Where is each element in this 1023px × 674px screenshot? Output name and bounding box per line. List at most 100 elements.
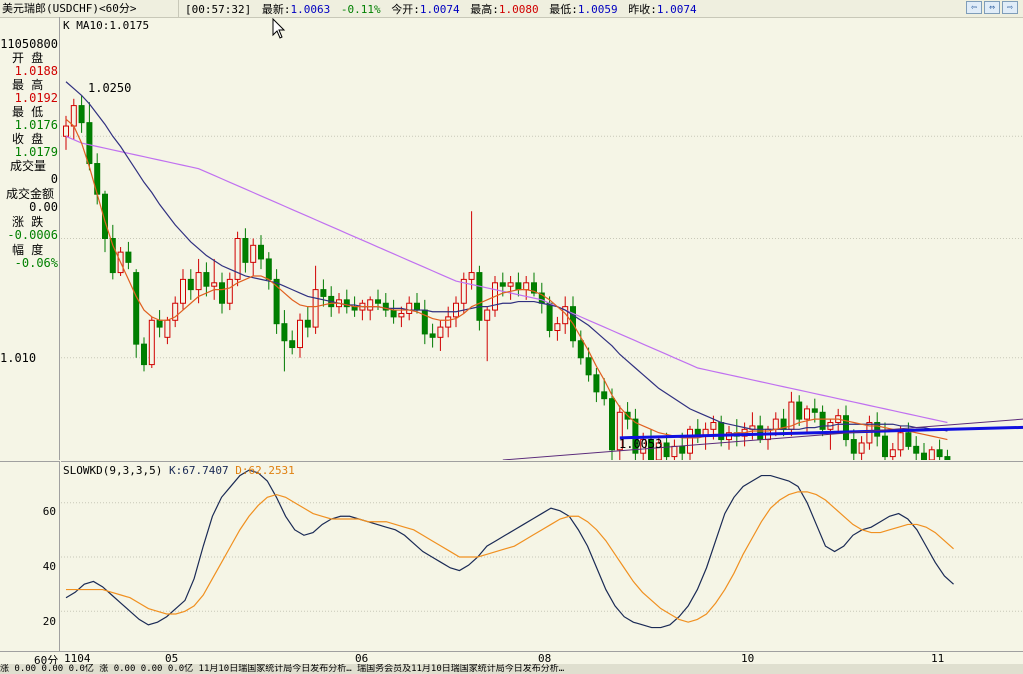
info-open: 1.0188 [14, 64, 58, 78]
candle-body [133, 272, 140, 345]
candle-body [195, 272, 202, 291]
candle-info-panel: 11050800 开 盘 1.0188 最 高 1.0192 最 低 1.017… [0, 17, 60, 460]
low-annotation: 1.0053 [619, 437, 663, 451]
candle-body [437, 326, 444, 338]
info-close: 1.0179 [14, 145, 58, 159]
candle-body [468, 272, 475, 280]
news-ticker[interactable]: 涨 0.00 0.00 0.0亿 涨 0.00 0.00 0.0亿 11月10日… [0, 664, 1023, 674]
open-value: 1.0074 [419, 2, 460, 16]
symbol-title: 美元瑞郎(USDCHF)<60分> [0, 0, 179, 17]
candle-body [242, 238, 249, 263]
candle-body [164, 319, 171, 338]
candle-body [148, 319, 155, 366]
candle-body [421, 309, 428, 335]
candle-body [70, 105, 77, 127]
candle-body [936, 449, 943, 458]
candle-body [187, 278, 194, 291]
info-high: 1.0192 [14, 91, 58, 105]
mouse-cursor-icon [272, 18, 286, 39]
quote-time: [00:57:32] [185, 2, 252, 16]
candle-body [258, 244, 264, 260]
candle-body [850, 439, 857, 454]
candle-body [554, 323, 561, 332]
info-vol: 0 [50, 172, 58, 186]
ma-label: MA10:1.0175 [76, 19, 150, 32]
low-label: 最低: [549, 2, 578, 16]
candle-body [86, 122, 93, 165]
candle-body [297, 319, 303, 349]
candle-body [312, 289, 319, 328]
info-chg: -0.0006 [7, 228, 58, 242]
info-id: 11050800 [0, 37, 58, 51]
y-label-1010: 1.010 [0, 351, 37, 365]
candle-body [710, 422, 717, 430]
candle-body [445, 316, 452, 328]
candle-body [796, 401, 803, 420]
candle-body [905, 432, 912, 447]
candle-body [375, 299, 381, 304]
restore-icon[interactable]: ⇔ [984, 1, 1000, 14]
kd-chart[interactable]: SLOWKD(9,3,3,5) K:67.7407 D:62.2531 [61, 461, 1023, 652]
latest-label: 最新: [261, 2, 291, 16]
candle-body [921, 452, 927, 461]
candle-body [843, 415, 849, 441]
candle-body [507, 282, 514, 287]
candle-body [203, 272, 210, 287]
candle-body [453, 302, 459, 318]
candle-body [601, 391, 608, 400]
candle-body [585, 357, 592, 376]
candle-body [219, 282, 225, 304]
latest-value: 1.0063 [290, 2, 331, 16]
candle-body [897, 432, 904, 451]
candle-body [63, 125, 69, 137]
info-amt-label: 成交金额 [6, 187, 55, 201]
candle-body [944, 456, 951, 471]
candle-body [484, 309, 491, 321]
candle-body [515, 282, 522, 291]
candle-body [679, 445, 686, 454]
high-annotation: 1.0250 [88, 81, 132, 95]
kd-title: SLOWKD(9,3,3,5) [63, 464, 163, 477]
ma-mid-line [65, 81, 948, 432]
candle-body [211, 282, 218, 287]
candle-body [772, 418, 779, 430]
candle-body [889, 449, 896, 458]
kd-d-value: D:62.2531 [235, 464, 295, 477]
low-value: 1.0059 [577, 2, 618, 16]
candle-body [546, 302, 553, 332]
kd-header: SLOWKD(9,3,3,5) K:67.7407 D:62.2531 [63, 464, 295, 477]
kd-k-line [65, 469, 954, 629]
candle-body [928, 449, 935, 461]
info-amt: 0.00 [29, 200, 58, 214]
candle-body [663, 442, 670, 458]
candle-body [609, 398, 615, 451]
quote-fields: [00:57:32] 最新:1.0063 -0.11% 今开:1.0074 最高… [179, 1, 701, 17]
candle-body [577, 340, 584, 359]
kd-axis-panel: 60 40 20 [0, 461, 60, 651]
prev-arrow-icon[interactable]: ⇦ [966, 1, 982, 14]
candle-body [265, 258, 272, 280]
kd-y-label-40: 40 [42, 560, 56, 573]
candle-body [811, 408, 818, 413]
next-arrow-icon[interactable]: ⇨ [1002, 1, 1018, 14]
candle-body [304, 319, 311, 328]
candle-body [523, 282, 530, 291]
candle-body [858, 442, 865, 454]
candle-body [687, 428, 693, 454]
candle-body [414, 302, 420, 311]
candle-body [913, 445, 920, 454]
high-value: 1.0080 [498, 2, 539, 16]
k-indicator: K [63, 19, 70, 32]
candle-body [499, 282, 506, 287]
candlestick-chart[interactable] [61, 17, 1023, 478]
info-amp: -0.06% [14, 256, 58, 270]
info-low: 1.0176 [14, 118, 58, 132]
change-pct: -0.11% [340, 2, 381, 16]
kd-y-label-60: 60 [42, 505, 56, 518]
candle-body [141, 343, 147, 366]
kd-y-label-20: 20 [42, 615, 56, 628]
price-chart[interactable]: K MA10:1.0175 1.0250 1.0053 [61, 17, 1023, 478]
candle-body [250, 244, 257, 263]
kd-line-chart[interactable] [61, 462, 1023, 652]
candle-body [226, 278, 233, 304]
